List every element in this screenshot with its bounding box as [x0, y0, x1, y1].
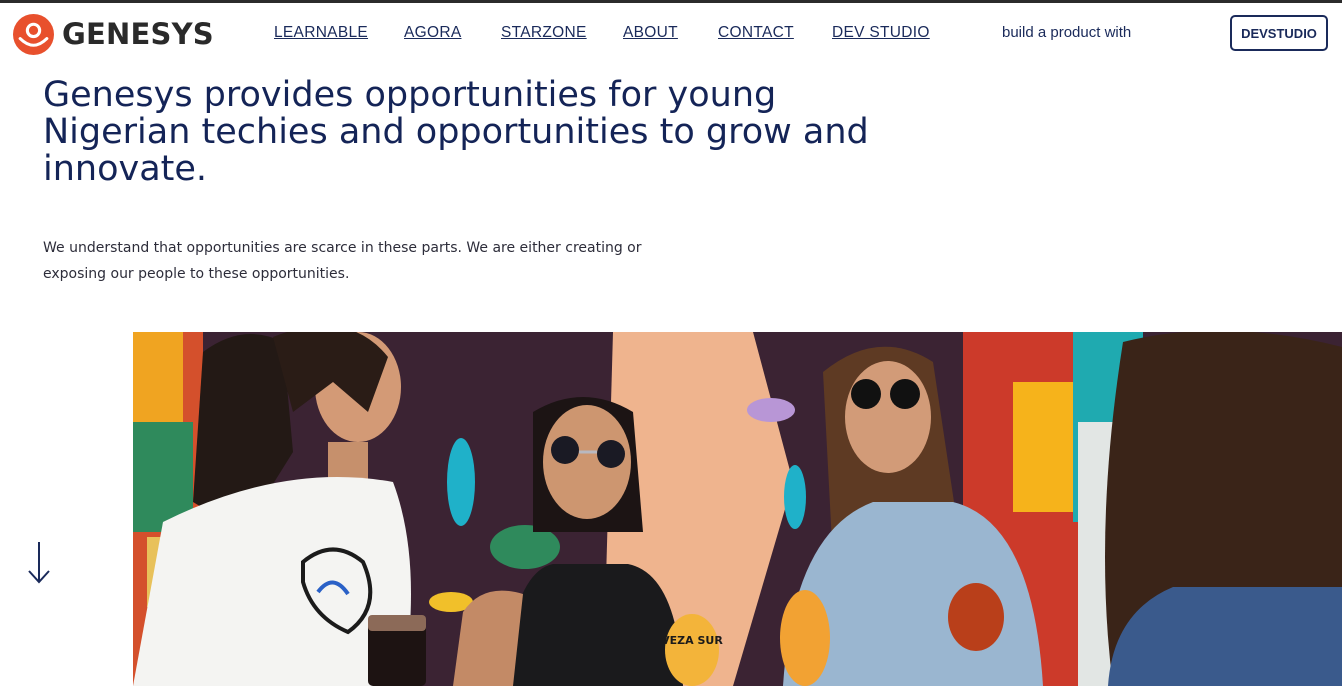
genesys-logo-icon [13, 14, 54, 55]
brand-name: GENESYS [62, 17, 214, 51]
top-border [0, 0, 1342, 3]
nav-contact[interactable]: CONTACT [718, 24, 794, 42]
hero-description: We understand that opportunities are sca… [43, 240, 642, 282]
genesys-logo[interactable]: GENESYS [13, 14, 214, 55]
hero-photo: VEZA SUR [133, 332, 1342, 686]
nav-learnable[interactable]: LEARNABLE [274, 24, 368, 42]
friends-laughing-illustration: VEZA SUR [133, 332, 1342, 686]
hero-title: Genesys provides opportunities for young… [43, 75, 869, 189]
nav-starzone[interactable]: STARZONE [501, 24, 587, 42]
arrow-down-icon[interactable] [27, 540, 51, 586]
devstudio-button[interactable]: DEVSTUDIO [1230, 15, 1328, 51]
build-product-text: build a product with [1002, 24, 1132, 41]
nav-dev-studio[interactable]: DEV STUDIO [832, 24, 930, 42]
cup-text: VEZA SUR [661, 634, 723, 647]
nav-agora[interactable]: AGORA [404, 24, 461, 42]
nav-about[interactable]: ABOUT [623, 24, 678, 42]
